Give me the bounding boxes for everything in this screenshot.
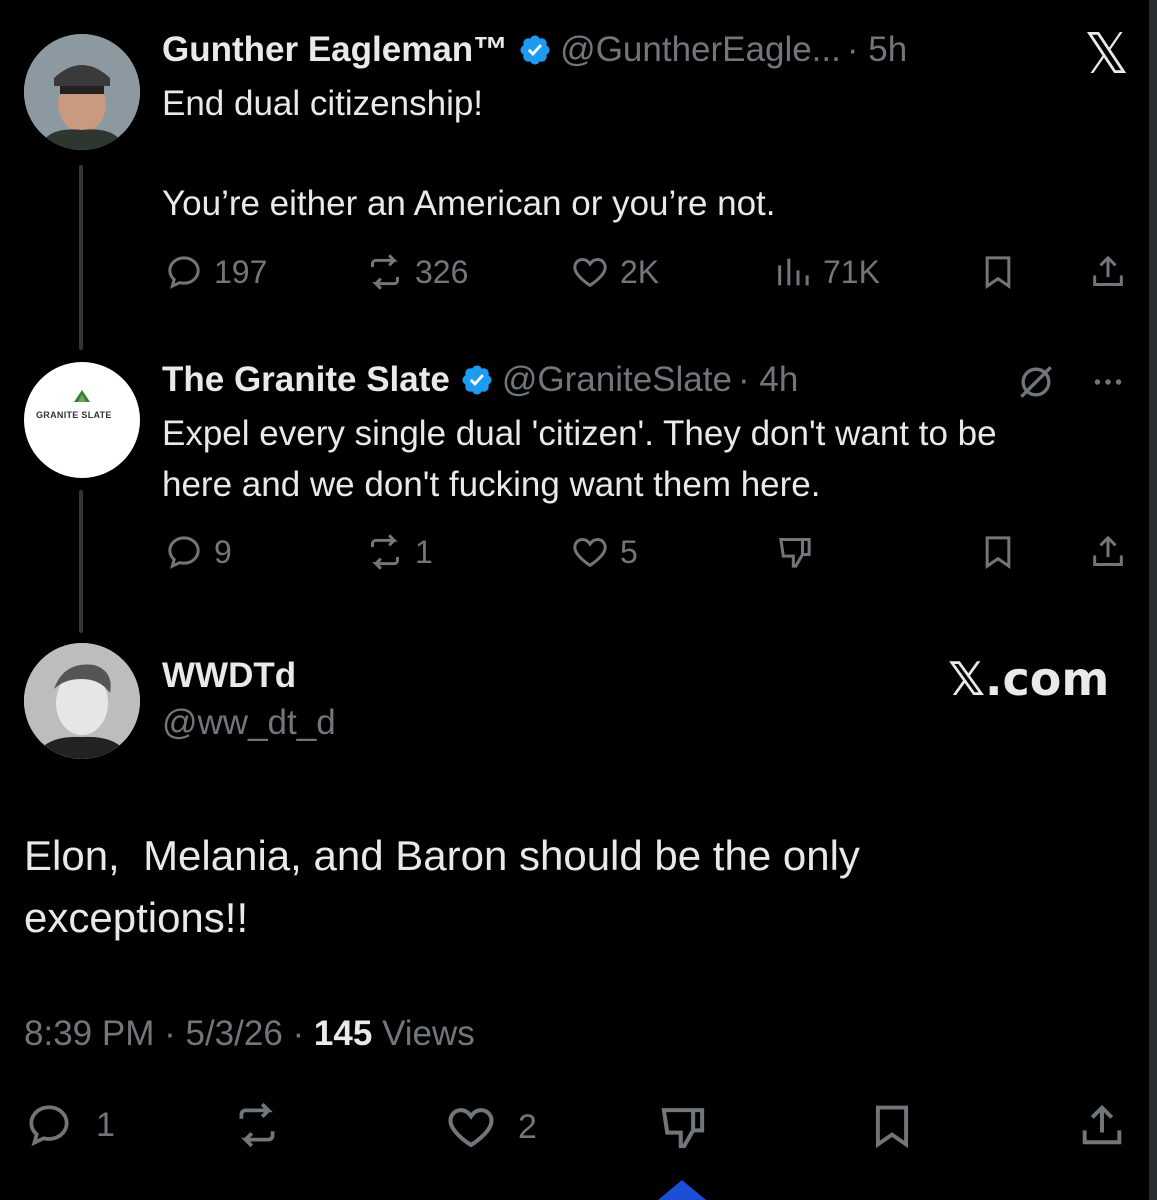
separator: ·	[292, 1014, 305, 1053]
views-count: 71K	[823, 253, 880, 290]
like-count: 2	[518, 1107, 537, 1146]
like-button[interactable]: 5	[570, 532, 638, 572]
reply-button[interactable]: 197	[164, 252, 267, 292]
repost-icon	[371, 534, 399, 570]
repost-button[interactable]: 326	[365, 252, 468, 292]
reply-icon	[168, 536, 200, 569]
x-logo-icon[interactable]: 𝕏	[1084, 22, 1129, 87]
reply-icon	[168, 256, 200, 289]
tweet-text-line: Expel every single dual 'citizen'. They …	[162, 414, 997, 453]
ellipsis-icon	[1094, 379, 1122, 385]
bookmark-button[interactable]	[978, 252, 1018, 292]
like-count: 2K	[620, 253, 660, 290]
tweet-time: 8:39 PM	[24, 1014, 155, 1053]
reply-count: 197	[214, 253, 268, 290]
share-button[interactable]	[1088, 252, 1128, 292]
author-name[interactable]: Gunther Eagleman™	[162, 30, 508, 70]
views-label: Views	[382, 1014, 475, 1053]
main-tweet-text-line: Elon, Melania, and Baron should be the o…	[24, 832, 860, 879]
repost-button[interactable]: 1	[365, 532, 433, 572]
share-button[interactable]	[1088, 532, 1128, 572]
author-name[interactable]: WWDTd	[162, 656, 296, 696]
reply-icon	[29, 1105, 69, 1147]
reply-count: 1	[96, 1105, 115, 1144]
thread-connector-1	[79, 165, 83, 350]
repost-count: 326	[415, 253, 469, 290]
avatar-logo-text: GRANITE SLATE	[36, 410, 112, 420]
tweet-text-line: You’re either an American or you’re not.	[162, 184, 776, 223]
share-icon	[1093, 255, 1123, 286]
repost-icon	[371, 254, 399, 290]
grok-icon[interactable]	[1014, 360, 1058, 404]
views-count: 145	[313, 1014, 373, 1053]
repost-icon	[239, 1102, 275, 1148]
grok-symbol-icon	[1020, 366, 1052, 398]
share-button[interactable]	[1076, 1100, 1128, 1152]
separator: ·	[164, 1014, 176, 1053]
like-button[interactable]: 2	[444, 1100, 537, 1154]
x-com-brand: 𝕏.com	[948, 652, 1110, 706]
like-button[interactable]: 2K	[570, 252, 659, 292]
tweet-text-line: End dual citizenship!	[162, 84, 484, 123]
avatar-gunther[interactable]	[24, 34, 140, 150]
tweet-meta: 8:39 PM · 5/3/26 · 145 Views	[24, 1014, 475, 1054]
author-handle[interactable]: @ww_dt_d	[162, 703, 336, 743]
bookmark-icon	[985, 256, 1011, 290]
bookmark-icon	[875, 1105, 909, 1149]
thread-connector-2	[79, 490, 83, 633]
tweet-header: The Granite Slate @GraniteSlate · 4h	[162, 356, 798, 404]
reply-button[interactable]: 1	[24, 1100, 115, 1150]
granite-logo-icon	[74, 390, 90, 402]
avatar-photo-icon	[24, 643, 140, 759]
heart-icon	[573, 537, 607, 568]
bookmark-button[interactable]	[866, 1100, 918, 1152]
like-count: 5	[620, 533, 638, 570]
tweet-time: · 5h	[846, 30, 908, 69]
views-button[interactable]: 71K	[773, 252, 880, 292]
reply-count: 9	[214, 533, 232, 570]
bookmark-button[interactable]	[978, 532, 1018, 572]
heart-icon	[573, 257, 607, 288]
repost-button[interactable]	[232, 1100, 282, 1150]
avatar-wwdtd[interactable]	[24, 643, 140, 759]
author-name[interactable]: The Granite Slate	[162, 360, 450, 400]
tab-indicator	[658, 1180, 706, 1200]
avatar-photo-icon	[24, 34, 140, 150]
author-handle[interactable]: @GuntherEagle...	[560, 30, 841, 70]
bookmark-icon	[985, 536, 1011, 570]
share-icon	[1082, 1104, 1122, 1145]
dislike-button[interactable]	[656, 1100, 710, 1154]
verified-badge-icon	[520, 35, 550, 65]
main-tweet-text-line: exceptions!!	[24, 894, 249, 941]
reply-button[interactable]: 9	[164, 532, 232, 572]
tweet-date: 5/3/26	[185, 1014, 283, 1053]
tweet-text-line: here and we don't fucking want them here…	[162, 465, 821, 504]
tweet-header: Gunther Eagleman™ @GuntherEagle... · 5h	[162, 26, 907, 74]
share-icon	[1093, 535, 1123, 566]
heart-icon	[448, 1108, 494, 1148]
scrollbar[interactable]	[1149, 0, 1157, 1200]
thumbs-down-icon	[661, 1108, 705, 1149]
repost-count: 1	[415, 533, 433, 570]
tweet-time: · 4h	[737, 360, 799, 399]
views-icon	[778, 258, 809, 286]
thumbs-down-icon	[779, 538, 811, 568]
verified-badge-icon	[462, 365, 492, 395]
author-handle[interactable]: @GraniteSlate	[502, 360, 732, 400]
more-options-icon[interactable]	[1086, 364, 1130, 400]
avatar-granite-slate[interactable]: GRANITE SLATE	[24, 362, 140, 478]
dislike-button[interactable]	[775, 532, 815, 572]
